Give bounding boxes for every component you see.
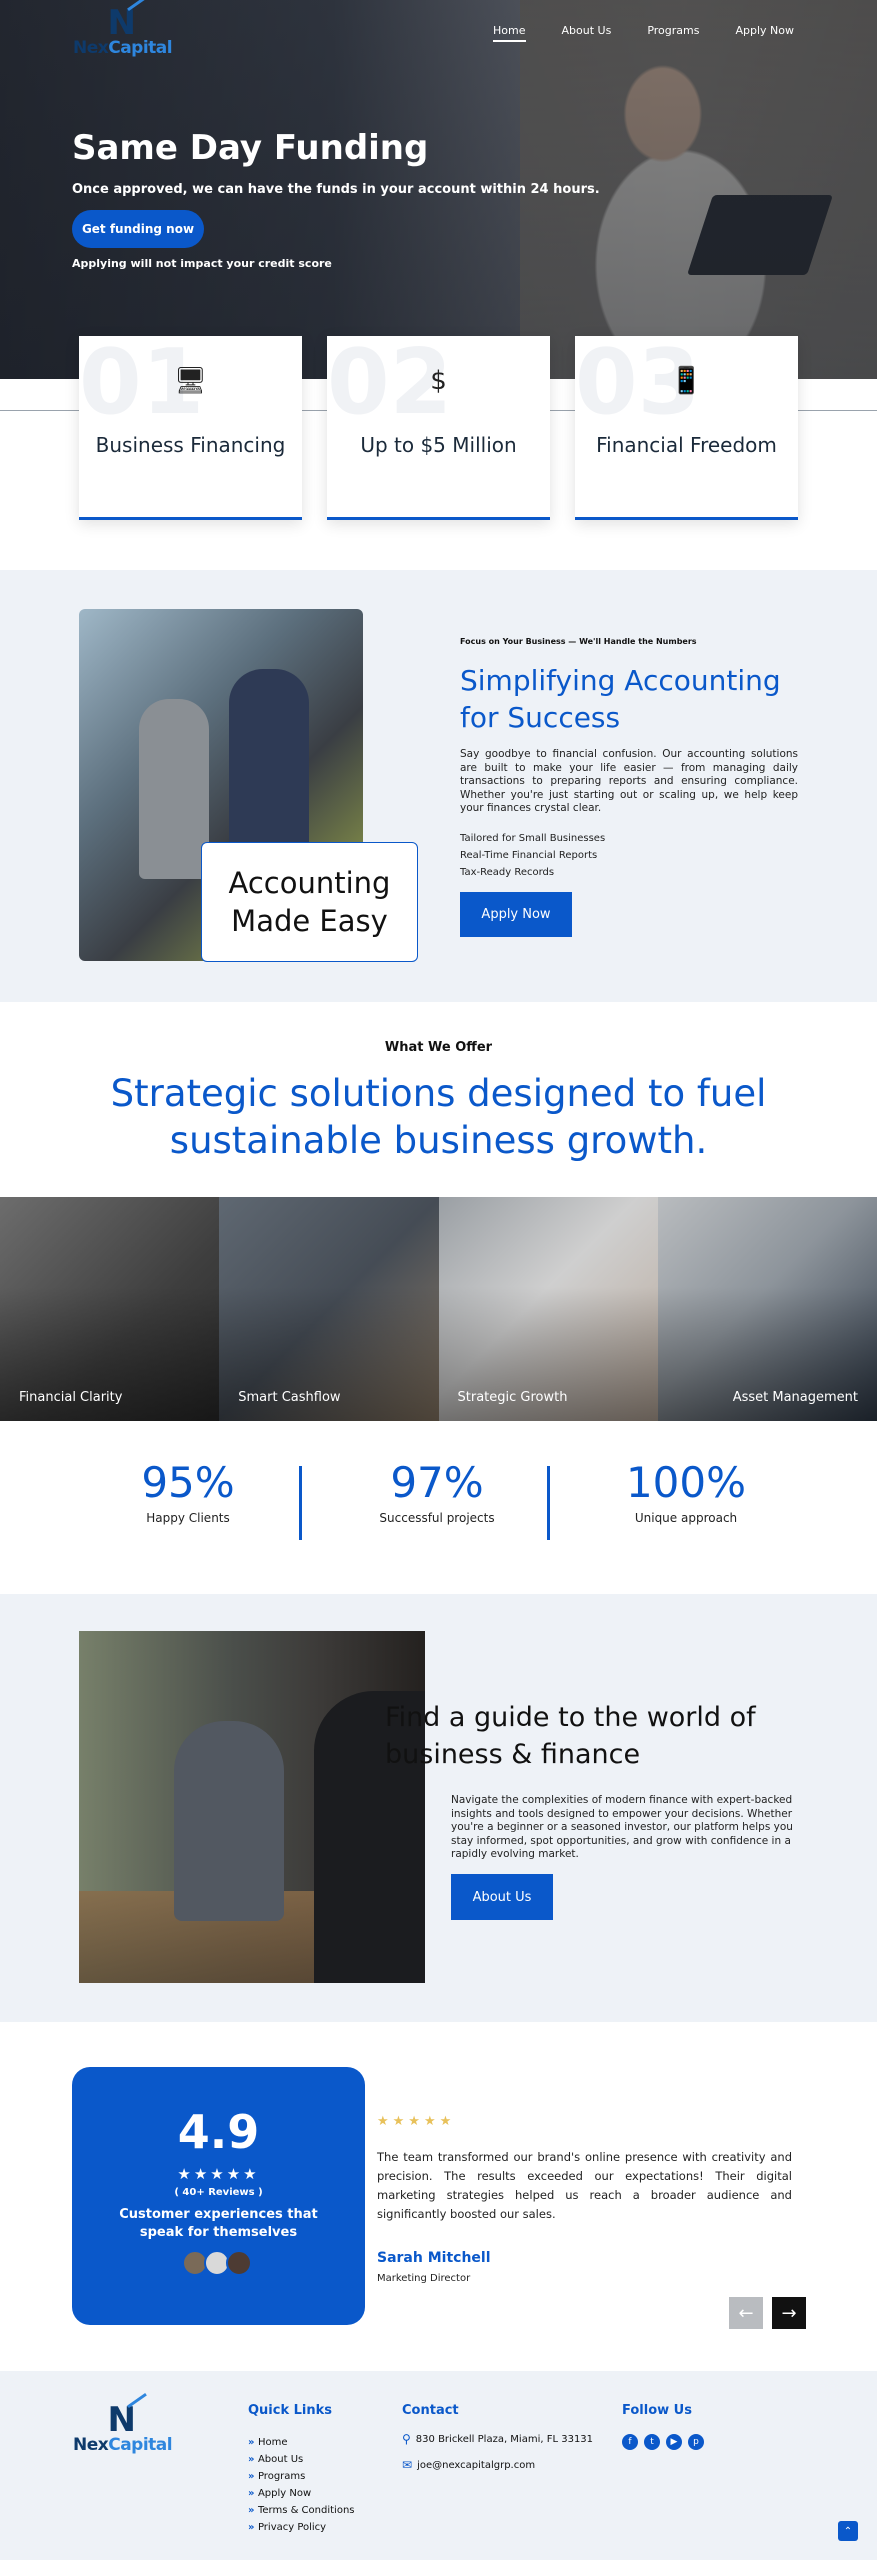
about-us-button[interactable]: About Us: [451, 1874, 553, 1920]
hero-title: Same Day Funding: [72, 128, 429, 168]
nav-programs[interactable]: Programs: [647, 24, 699, 42]
logo-mark-icon: N: [104, 2392, 147, 2437]
list-item: Tax-Ready Records: [460, 867, 555, 878]
guide-body: Navigate the complexities of modern fina…: [451, 1794, 793, 1860]
feature-card-up-to-5-million: 02 $ Up to $5 Million: [327, 336, 550, 520]
pinterest-icon[interactable]: p: [688, 2434, 704, 2450]
social-links: f t ▶ p: [622, 2434, 704, 2450]
footer: N NexCapital Quick Links Home About Us P…: [0, 2371, 877, 2560]
dollar-icon: $: [430, 366, 447, 396]
stat-happy-clients: 95% Happy Clients: [141, 1458, 235, 1525]
prev-arrow-icon[interactable]: ←: [729, 2297, 763, 2329]
stat-successful-projects: 97% Successful projects: [379, 1458, 495, 1525]
footer-link-privacy[interactable]: Privacy Policy: [248, 2519, 355, 2536]
feature-card-business-financing: 01 🖥 Business Financing: [79, 336, 302, 520]
testimonial-role: Marketing Director: [377, 2273, 471, 2284]
footer-link-terms[interactable]: Terms & Conditions: [248, 2502, 355, 2519]
offer-kicker: What We Offer: [384, 1040, 493, 1055]
hero-section: N NexCapital Home About Us Programs Appl…: [0, 0, 877, 379]
list-item: Tailored for Small Businesses: [460, 833, 606, 844]
location-pin-icon: ⚲: [402, 2432, 411, 2446]
service-tiles: Financial Clarity Smart Cashflow Strateg…: [0, 1197, 877, 1421]
meeting-photo: [79, 1631, 425, 1983]
footer-link-programs[interactable]: Programs: [248, 2468, 355, 2485]
main-nav: Home About Us Programs Apply Now: [493, 24, 794, 42]
footer-link-apply-now[interactable]: Apply Now: [248, 2485, 355, 2502]
computer-money-icon: 🖥: [173, 366, 208, 396]
guide-section: Find a guide to the world of business & …: [0, 1594, 877, 2022]
get-funding-button[interactable]: Get funding now: [72, 210, 204, 248]
hero-subtitle: Once approved, we can have the funds in …: [72, 182, 600, 197]
feature-card-financial-freedom: 03 📱 Financial Freedom: [575, 336, 798, 520]
quick-links-heading: Quick Links: [248, 2403, 333, 2418]
facebook-icon[interactable]: f: [622, 2434, 638, 2450]
footer-link-home[interactable]: Home: [248, 2434, 355, 2451]
testimonial-author: Sarah Mitchell: [377, 2250, 491, 2266]
accounting-body: Say goodbye to financial confusion. Our …: [460, 748, 798, 814]
tile-strategic-growth[interactable]: Strategic Growth: [438, 1197, 658, 1421]
avatar: [225, 2250, 252, 2276]
star-icon: ★★★★★: [177, 2165, 260, 2183]
email-icon: ✉: [402, 2458, 413, 2472]
twitter-icon[interactable]: t: [644, 2434, 660, 2450]
page: N NexCapital Home About Us Programs Appl…: [0, 0, 877, 2560]
testimonial-quote: The team transformed our brand's online …: [377, 2150, 792, 2221]
list-item: Real-Time Financial Reports: [460, 850, 598, 861]
rating-card: 4.9 ★★★★★ ( 40+ Reviews ) Customer exper…: [72, 2067, 365, 2325]
apply-now-button[interactable]: Apply Now: [460, 892, 572, 937]
stat-unique-approach: 100% Unique approach: [625, 1458, 747, 1525]
nav-about-us[interactable]: About Us: [562, 24, 612, 42]
contact-address: ⚲ 830 Brickell Plaza, Miami, FL 33131: [402, 2432, 594, 2446]
tile-asset-management[interactable]: Asset Management: [657, 1197, 877, 1421]
footer-link-about-us[interactable]: About Us: [248, 2451, 355, 2468]
nav-home[interactable]: Home: [493, 24, 526, 42]
accounting-list: Tailored for Small Businesses Real-Time …: [460, 830, 605, 881]
testimonial-star-icon: ★★★★★: [377, 2114, 456, 2129]
avatar-group: [72, 2250, 365, 2276]
youtube-icon[interactable]: ▶: [666, 2434, 682, 2450]
logo[interactable]: N NexCapital: [73, 0, 173, 58]
feature-title: Business Financing: [95, 433, 286, 457]
feature-title: Financial Freedom: [596, 433, 777, 457]
scroll-to-top-icon[interactable]: ⌃: [838, 2521, 858, 2541]
accounting-title: Simplifying Accounting for Success: [460, 664, 781, 734]
accounting-kicker: Focus on Your Business — We'll Handle th…: [460, 637, 697, 646]
guide-title: Find a guide to the world of business & …: [385, 1702, 756, 1770]
feature-title: Up to $5 Million: [360, 433, 517, 457]
logo-mark-icon: N: [104, 0, 147, 40]
footer-logo[interactable]: N NexCapital: [73, 2392, 173, 2455]
stat-divider: [299, 1466, 302, 1540]
contact-heading: Contact: [402, 2403, 459, 2418]
review-count: ( 40+ Reviews ): [174, 2187, 263, 2198]
contact-email[interactable]: ✉ joe@nexcapitalgrp.com: [402, 2458, 535, 2472]
rating-tagline: Customer experiences that speak for them…: [119, 2207, 318, 2240]
quick-links-list: Home About Us Programs Apply Now Terms &…: [248, 2434, 355, 2536]
follow-us-heading: Follow Us: [622, 2403, 692, 2418]
accounting-overlay-card: Accounting Made Easy: [201, 842, 418, 962]
tile-financial-clarity[interactable]: Financial Clarity: [0, 1197, 220, 1421]
stat-divider: [547, 1466, 550, 1540]
rating-score: 4.9: [177, 2105, 260, 2159]
hero-note: Applying will not impact your credit sco…: [72, 257, 332, 270]
tile-smart-cashflow[interactable]: Smart Cashflow: [219, 1197, 439, 1421]
next-arrow-icon[interactable]: →: [772, 2297, 806, 2329]
accounting-section: Accounting Made Easy Focus on Your Busin…: [0, 570, 877, 1002]
nav-apply-now[interactable]: Apply Now: [735, 24, 794, 42]
offer-title: Strategic solutions designed to fuel sus…: [110, 1072, 767, 1162]
phone-dollar-icon: 📱: [670, 366, 703, 396]
